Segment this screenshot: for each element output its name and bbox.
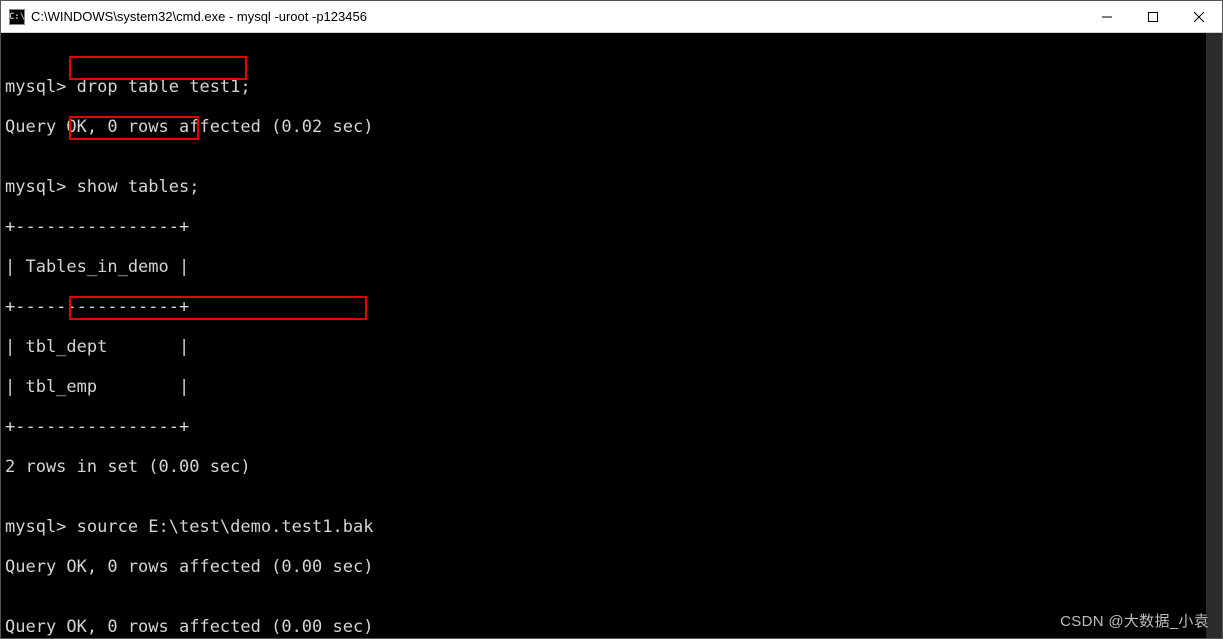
terminal-line: 2 rows in set (0.00 sec) [5,457,1222,477]
terminal-line: Query OK, 0 rows affected (0.02 sec) [5,117,1222,137]
terminal-line: Query OK, 0 rows affected (0.00 sec) [5,617,1222,637]
cmd-window: C:\ C:\WINDOWS\system32\cmd.exe - mysql … [0,0,1223,639]
window-title: C:\WINDOWS\system32\cmd.exe - mysql -uro… [31,9,1084,24]
terminal-line: Query OK, 0 rows affected (0.00 sec) [5,557,1222,577]
terminal-line: +----------------+ [5,217,1222,237]
minimize-button[interactable] [1084,1,1130,32]
terminal-line: | tbl_emp | [5,377,1222,397]
terminal-output[interactable]: mysql> drop table test1; Query OK, 0 row… [1,33,1222,638]
cmd-icon: C:\ [9,9,25,25]
watermark-text: CSDN @大数据_小袁 [1060,610,1209,631]
maximize-button[interactable] [1130,1,1176,32]
vertical-scrollbar[interactable] [1206,33,1222,638]
terminal-line: mysql> source E:\test\demo.test1.bak [5,517,1222,537]
terminal-line: +----------------+ [5,417,1222,437]
terminal-line: mysql> drop table test1; [5,77,1222,97]
minimize-icon [1102,12,1112,22]
terminal-line: | tbl_dept | [5,337,1222,357]
terminal-line: mysql> show tables; [5,177,1222,197]
titlebar[interactable]: C:\ C:\WINDOWS\system32\cmd.exe - mysql … [1,1,1222,33]
close-button[interactable] [1176,1,1222,32]
terminal-line: +----------------+ [5,297,1222,317]
close-icon [1194,12,1204,22]
maximize-icon [1148,12,1158,22]
terminal-line: | Tables_in_demo | [5,257,1222,277]
